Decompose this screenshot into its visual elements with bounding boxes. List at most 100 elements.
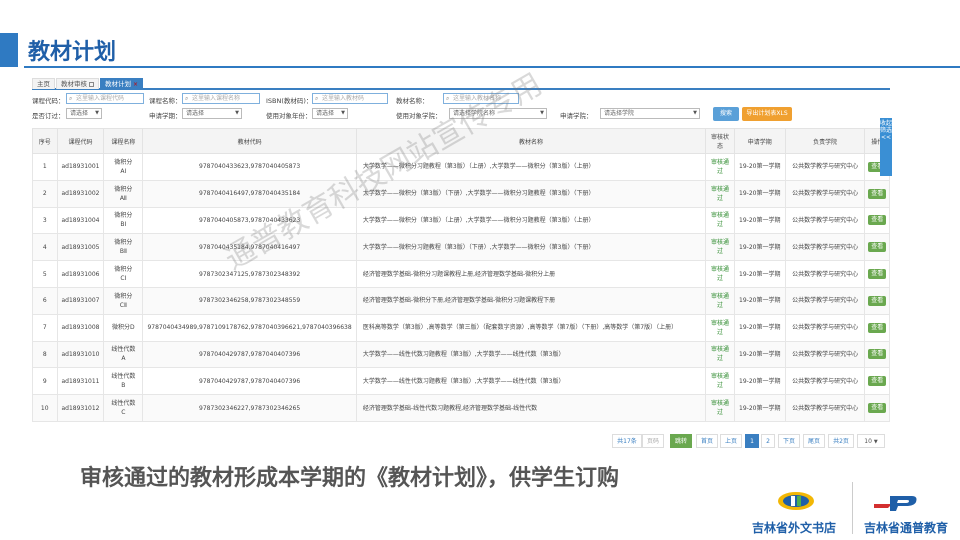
- export-xls-button[interactable]: 导出计划表XLS: [742, 107, 792, 121]
- apply-college-value: 请选择学院: [604, 110, 635, 117]
- row-college: 公共数学教学与研究中心: [784, 286, 866, 315]
- row-course-name: 微积分D: [103, 313, 144, 342]
- row-code: ad18931012: [56, 394, 105, 422]
- course-name-label: 课程名称：: [149, 97, 182, 105]
- row-isbn: 9787040429787,9787040407396: [142, 340, 357, 369]
- title-underline: [24, 66, 960, 68]
- view-button[interactable]: 查看: [868, 188, 887, 199]
- tab-textbook-plan[interactable]: 教材计划 ×: [100, 78, 144, 89]
- chevron-down-icon: ▼: [693, 110, 697, 116]
- row-textbook-name: 医科高等数学（第3版）,高等数学（第三版）（配套数字资源）,高等数学（第7版）（…: [355, 313, 707, 342]
- row-college: 公共数学教学与研究中心: [784, 313, 866, 342]
- row-no: 3: [32, 206, 58, 235]
- pager-prev-button[interactable]: 上页: [720, 434, 742, 448]
- tab-home[interactable]: 主页: [32, 78, 55, 89]
- row-status: 审核通过: [705, 286, 735, 315]
- apply-college-select[interactable]: 请选择学院 ▼: [600, 108, 700, 119]
- search-icon: ⌕: [446, 95, 450, 102]
- search-button[interactable]: 搜索: [713, 107, 739, 121]
- pager-jump-button[interactable]: 跳转: [670, 434, 692, 448]
- row-college: 公共数学教学与研究中心: [784, 260, 866, 288]
- view-button[interactable]: 查看: [868, 215, 887, 226]
- table-row: 10 ad18931012 线性代数 C 9787302346227,97873023…: [32, 394, 890, 422]
- row-status: 审核通过: [705, 206, 735, 235]
- row-code: ad18931006: [56, 260, 105, 288]
- col-header-name: 课程名称: [103, 128, 144, 154]
- slide-caption: 审核通过的教材形成本学期的《教材计划》，供学生订购: [80, 466, 620, 491]
- pager-pages: 共2页: [828, 434, 854, 448]
- bookstore-logo-icon: [778, 492, 814, 510]
- row-textbook-name: 大学数学——微积分习题教程（第3版）（下册）,大学数学——微积分（第3版）（下册…: [355, 233, 707, 262]
- pager-page-2[interactable]: 2: [761, 434, 775, 448]
- ordered-select[interactable]: 请选择 ▼: [66, 108, 102, 119]
- view-button[interactable]: 查看: [868, 322, 887, 333]
- tab-textbook-review[interactable]: 教材审核: [56, 78, 99, 89]
- row-term: 19-20第一学期: [733, 394, 786, 422]
- row-op-cell: 查看: [864, 394, 890, 422]
- row-textbook-name: 经济管理数学基础-微积分下册,经济管理数学基础-微积分习题课教程下册: [355, 286, 707, 315]
- row-term: 19-20第一学期: [733, 206, 786, 235]
- course-code-input[interactable]: ⌕ 这里输入课程代码: [66, 93, 144, 104]
- row-textbook-name: 大学数学——线性代数习题教程（第3版）,大学数学——线性代数（第3版）: [355, 340, 707, 369]
- year-select[interactable]: 请选择 ▼: [312, 108, 348, 119]
- row-status: 审核通过: [705, 260, 735, 288]
- title-accent-bar: [0, 33, 18, 67]
- pager-page-1[interactable]: 1: [745, 434, 759, 448]
- pager-size-select[interactable]: 10 ▼: [857, 434, 885, 448]
- pager-next-button[interactable]: 下页: [778, 434, 800, 448]
- tongpu-logo-icon: [874, 496, 917, 511]
- term-select[interactable]: 请选择 ▼: [182, 108, 242, 119]
- view-button[interactable]: 查看: [868, 349, 887, 360]
- row-college: 公共数学教学与研究中心: [784, 233, 866, 262]
- chevron-down-icon: ▼: [540, 110, 544, 116]
- view-button[interactable]: 查看: [868, 295, 887, 306]
- row-op-cell: 查看: [864, 260, 890, 288]
- course-code-placeholder: 这里输入课程代码: [76, 95, 125, 102]
- view-button[interactable]: 查看: [868, 403, 887, 414]
- row-op-cell: 查看: [864, 340, 890, 369]
- table-row: 7 ad18931008 微积分D 9787040434989,97871091787…: [32, 313, 890, 342]
- collapse-filter-tab[interactable]: 收起筛选<<: [880, 118, 892, 176]
- pagination: 共17条 页码 跳转 首页 上页 1 2 下页 尾页 共2页 10 ▼: [32, 434, 890, 448]
- row-course-name: 微积分 CⅠ: [103, 260, 144, 288]
- row-no: 10: [32, 394, 58, 422]
- term-value: 请选择: [186, 110, 205, 117]
- table-row: 3 ad18931004 微积分 BⅠ 9787040405873,978704043…: [32, 206, 890, 235]
- slide: 教材计划 主页 教材审核 教材计划 × 课程代码： ⌕ 这里输入课程代码 课程名称：…: [0, 0, 960, 540]
- view-button[interactable]: 查看: [868, 269, 887, 280]
- row-status: 审核通过: [705, 153, 735, 181]
- tab-close-box-icon[interactable]: [89, 81, 94, 87]
- close-icon[interactable]: ×: [133, 81, 138, 88]
- row-op-cell: 查看: [864, 313, 890, 342]
- course-name-input[interactable]: ⌕ 这里输入课程名称: [182, 93, 260, 104]
- row-code: ad18931005: [56, 233, 105, 262]
- isbn-input[interactable]: ⌕ 这里输入教材码: [312, 93, 388, 104]
- view-button[interactable]: 查看: [868, 376, 887, 387]
- textbook-name-label: 教材名称：: [396, 97, 429, 105]
- row-course-name: 微积分 AⅠ: [103, 153, 144, 181]
- ordered-label: 是否订过：: [32, 112, 65, 120]
- view-button[interactable]: 查看: [868, 242, 887, 253]
- pager-size-value: 10: [864, 438, 872, 445]
- row-term: 19-20第一学期: [733, 233, 786, 262]
- row-code: ad18931004: [56, 206, 105, 235]
- year-value: 请选择: [316, 110, 335, 117]
- row-op-cell: 查看: [864, 206, 890, 235]
- chevron-down-icon: ▼: [235, 110, 239, 116]
- pager-first-button[interactable]: 首页: [696, 434, 718, 448]
- table-row: 2 ad18931002 微积分 AⅡ 9787040416497,978704043…: [32, 179, 890, 208]
- pager-last-button[interactable]: 尾页: [803, 434, 825, 448]
- row-no: 6: [32, 286, 58, 315]
- row-status: 审核通过: [705, 179, 735, 208]
- ordered-value: 请选择: [70, 110, 89, 117]
- row-code: ad18931008: [56, 313, 105, 342]
- isbn-placeholder: 这里输入教材码: [322, 95, 365, 102]
- pager-page-input[interactable]: 页码: [642, 434, 664, 448]
- footer-divider: [852, 482, 853, 534]
- row-status: 审核通过: [705, 313, 735, 342]
- row-isbn: 9787040429787,9787040407396: [142, 367, 357, 396]
- row-college: 公共数学教学与研究中心: [784, 394, 866, 422]
- row-op-cell: 查看: [864, 233, 890, 262]
- row-status: 审核通过: [705, 394, 735, 422]
- row-no: 9: [32, 367, 58, 396]
